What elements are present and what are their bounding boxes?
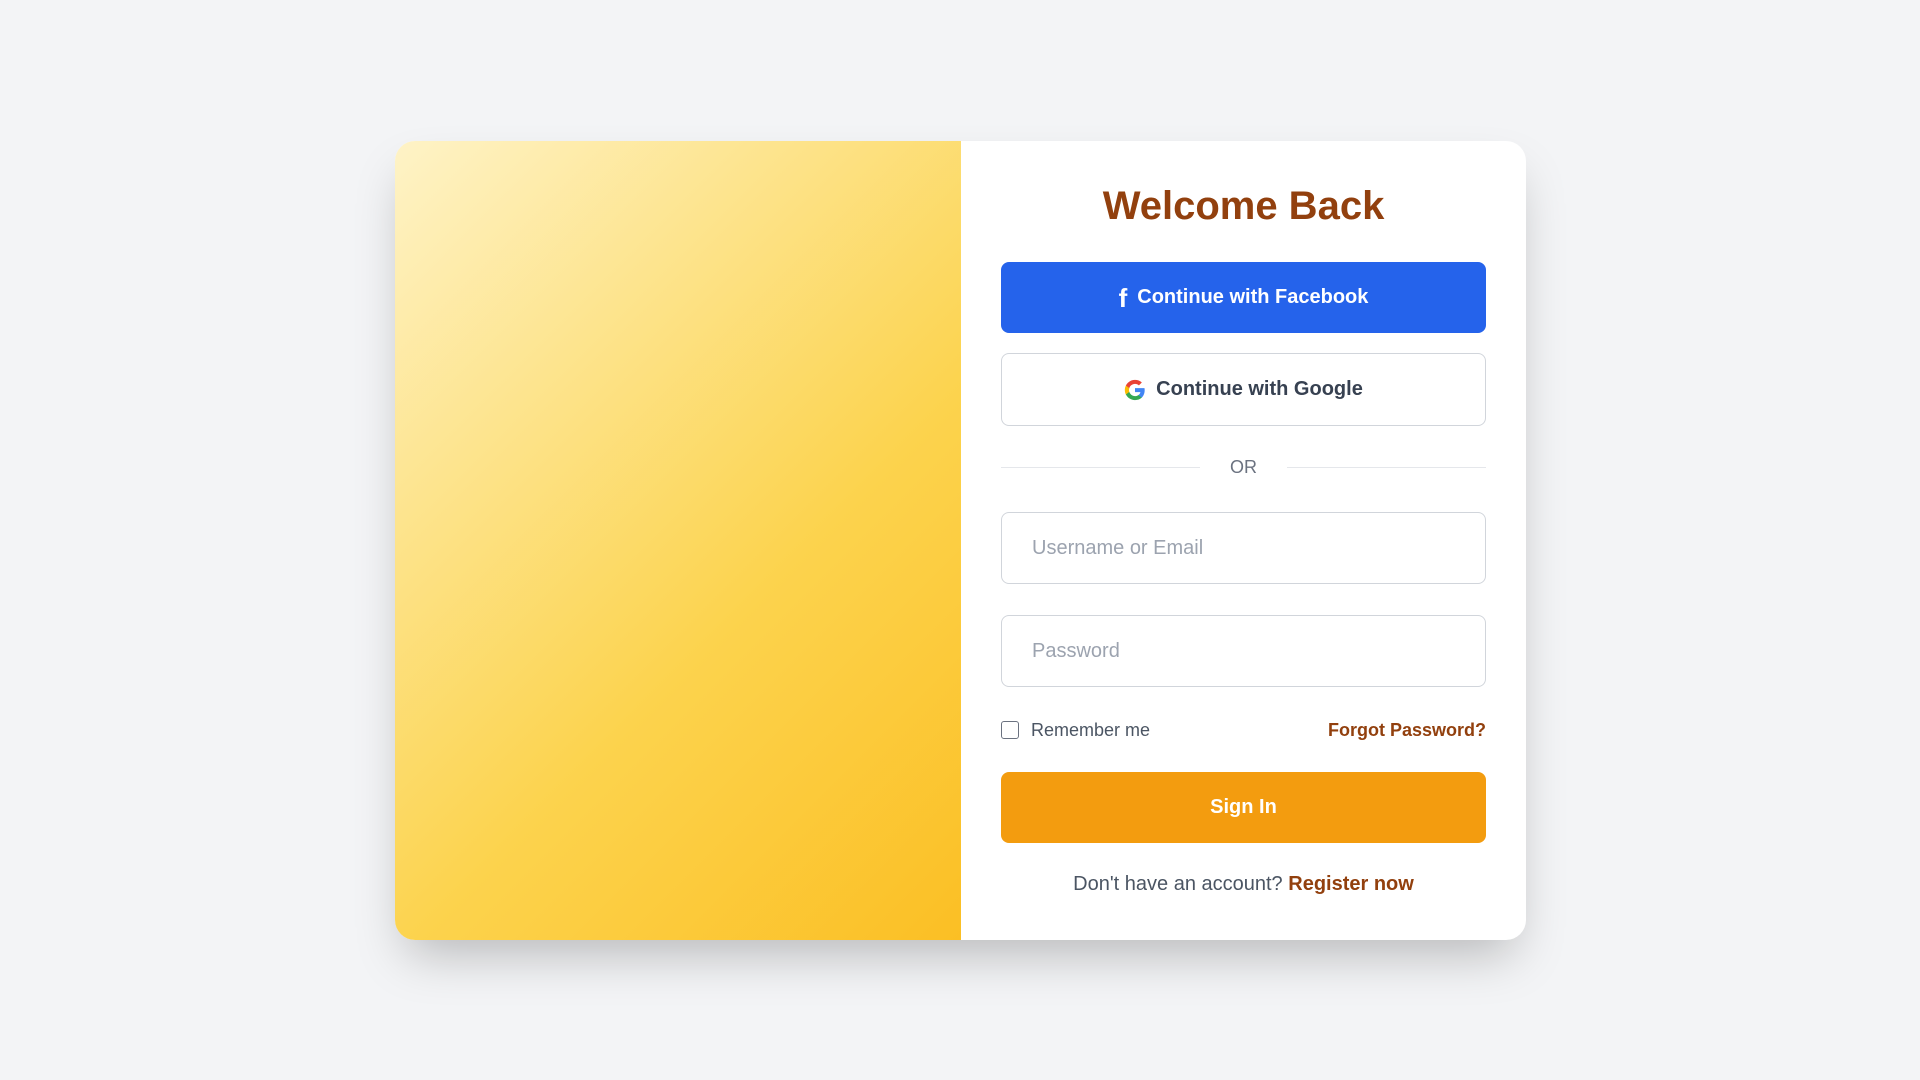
password-input[interactable] xyxy=(1001,615,1486,687)
google-button-label: Continue with Google xyxy=(1156,378,1363,400)
facebook-icon: f xyxy=(1118,282,1128,313)
or-divider: OR xyxy=(1001,452,1486,482)
remember-checkbox[interactable] xyxy=(1001,721,1019,739)
google-icon xyxy=(1124,379,1146,401)
register-prompt: Don't have an account? Register now xyxy=(1001,873,1486,896)
register-link[interactable]: Register now xyxy=(1288,873,1414,895)
divider-line-right xyxy=(1287,466,1486,468)
facebook-button-label: Continue with Facebook xyxy=(1137,286,1369,308)
forgot-password-link[interactable]: Forgot Password? xyxy=(1328,720,1486,741)
username-input[interactable] xyxy=(1001,512,1486,584)
hero-panel xyxy=(395,141,961,940)
remember-me[interactable]: Remember me xyxy=(1001,720,1150,741)
options-row: Remember me Forgot Password? xyxy=(1001,717,1486,743)
page-title: Welcome Back xyxy=(1102,184,1385,228)
login-card: Welcome Back f Continue with Facebook Co… xyxy=(395,141,1526,940)
remember-label: Remember me xyxy=(1031,719,1151,740)
divider-line-left xyxy=(1001,466,1200,468)
register-prompt-text: Don't have an account? xyxy=(1073,873,1283,895)
facebook-login-button[interactable]: f Continue with Facebook xyxy=(1001,262,1486,333)
divider-text: OR xyxy=(1230,456,1257,477)
sign-in-button[interactable]: Sign In xyxy=(1001,772,1486,843)
google-login-button[interactable]: Continue with Google xyxy=(1001,353,1486,426)
login-form: Welcome Back f Continue with Facebook Co… xyxy=(961,141,1526,940)
